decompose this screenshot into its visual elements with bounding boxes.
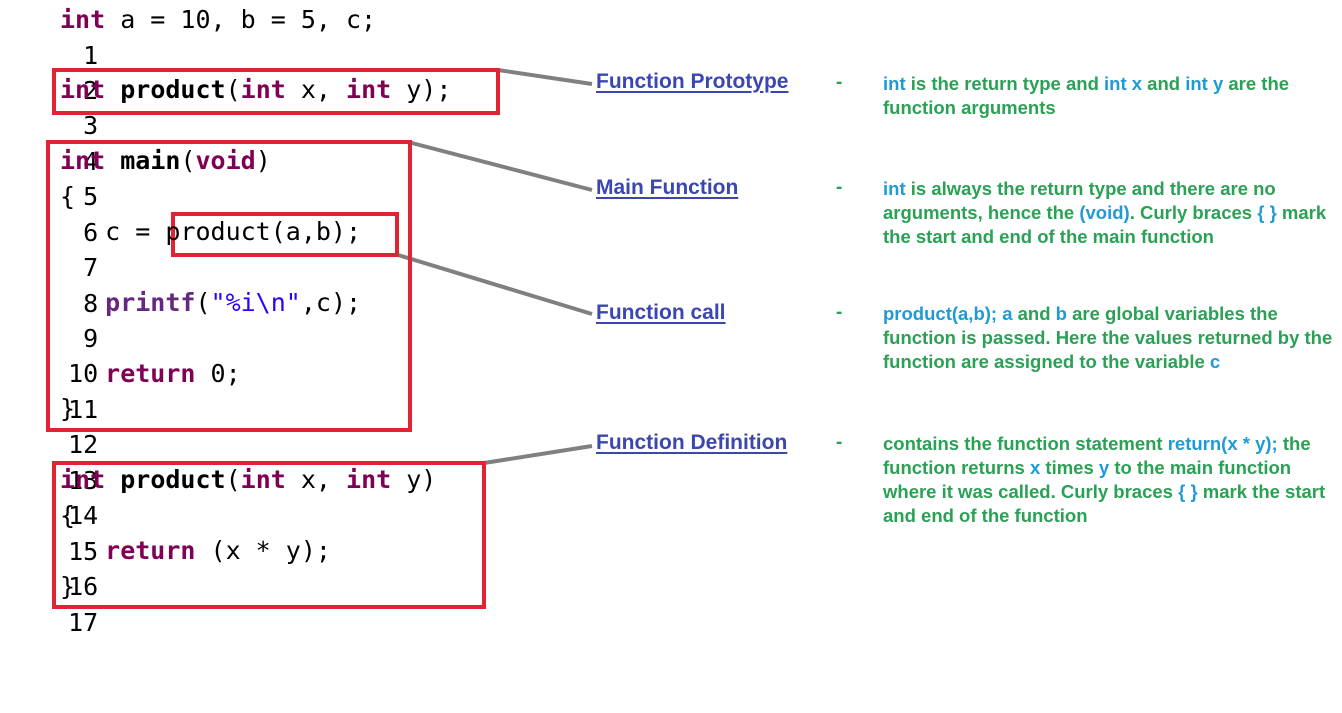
highlighted-term: b bbox=[1055, 303, 1067, 324]
code-text: x, bbox=[285, 75, 347, 104]
code-text: ) bbox=[255, 146, 271, 175]
code-text: } bbox=[60, 394, 76, 423]
highlighted-term: product(a,b); a bbox=[883, 303, 1013, 324]
code-line-13: 13 bbox=[0, 427, 98, 495]
code-text: ( bbox=[225, 75, 241, 104]
highlighted-term: return(x * y); bbox=[1167, 433, 1278, 454]
string-literal: "%i\n" bbox=[210, 288, 301, 317]
keyword-int: int bbox=[346, 75, 392, 104]
highlighted-term: int bbox=[883, 73, 906, 94]
description-text: . Curly braces bbox=[1129, 202, 1258, 223]
description-text: times bbox=[1040, 457, 1099, 478]
code-line-12: 12 } bbox=[0, 391, 98, 459]
code-line-15: 15 { bbox=[0, 498, 98, 566]
connector-prototype bbox=[497, 68, 593, 86]
highlighted-term: { } bbox=[1257, 202, 1277, 223]
keyword-int: int bbox=[60, 465, 106, 494]
code-text: ( bbox=[180, 146, 196, 175]
description-text: and bbox=[1142, 73, 1186, 94]
description-text: is the return type and bbox=[905, 73, 1105, 94]
label-function-prototype[interactable]: Function Prototype bbox=[596, 70, 789, 94]
separator-dash: - bbox=[836, 72, 843, 93]
code-line-3: 3 int product(int x, int y); bbox=[0, 72, 451, 140]
connector-main bbox=[407, 140, 593, 192]
description-text: and bbox=[1012, 303, 1056, 324]
label-function-call[interactable]: Function call bbox=[596, 301, 726, 325]
code-text: y); bbox=[391, 75, 452, 104]
highlighted-term: { } bbox=[1178, 481, 1198, 502]
keyword-int: int bbox=[60, 5, 106, 34]
code-line-16: 16 return (x * y); bbox=[0, 533, 331, 601]
code-line-6: 6 { bbox=[0, 179, 98, 247]
function-call: product(a,b); bbox=[165, 217, 362, 246]
highlighted-term: y bbox=[1098, 457, 1110, 478]
code-text: 0; bbox=[195, 359, 241, 388]
code-text: (x * y); bbox=[195, 536, 331, 565]
line-number: 17 bbox=[68, 608, 99, 637]
code-text: ,c); bbox=[300, 288, 362, 317]
keyword-int: int bbox=[346, 465, 392, 494]
code-line-7: 7 c = product(a,b); bbox=[0, 214, 361, 282]
separator-dash: - bbox=[836, 302, 843, 323]
highlighted-term: c bbox=[1209, 351, 1221, 372]
separator-dash: - bbox=[836, 177, 843, 198]
code-text: c = bbox=[60, 217, 166, 246]
code-line-2: 2 bbox=[0, 37, 98, 105]
code-text: x, bbox=[285, 465, 347, 494]
code-text: { bbox=[60, 501, 76, 530]
highlighted-term: int bbox=[883, 178, 906, 199]
connector-call bbox=[397, 253, 593, 316]
code-line-8: 8 bbox=[0, 250, 98, 318]
printf-call: printf bbox=[105, 288, 196, 317]
keyword-int: int bbox=[240, 465, 286, 494]
keyword-int: int bbox=[60, 75, 106, 104]
highlighted-term: int x bbox=[1104, 73, 1143, 94]
description-function-call: product(a,b); a and b are global variabl… bbox=[883, 302, 1341, 374]
code-line-1: 1 int a = 10, b = 5, c; bbox=[0, 2, 376, 70]
keyword-int: int bbox=[240, 75, 286, 104]
keyword-void: void bbox=[195, 146, 256, 175]
code-text: y) bbox=[391, 465, 437, 494]
code-text: ( bbox=[225, 465, 241, 494]
code-line-10: 10 bbox=[0, 320, 98, 388]
highlighted-term: (void) bbox=[1079, 202, 1130, 223]
code-text: a = 10, b = 5, c; bbox=[105, 5, 377, 34]
keyword-return: return bbox=[105, 536, 196, 565]
function-name: product bbox=[120, 465, 226, 494]
code-line-9: 9 printf("%i\n",c); bbox=[0, 285, 361, 353]
code-line-4: 4 bbox=[0, 108, 98, 176]
label-main-function[interactable]: Main Function bbox=[596, 176, 738, 200]
separator-dash: - bbox=[836, 432, 843, 453]
description-function-definition: contains the function statement return(x… bbox=[883, 432, 1341, 528]
connector-definition bbox=[483, 444, 593, 465]
keyword-return: return bbox=[105, 359, 196, 388]
code-text: ( bbox=[195, 288, 211, 317]
code-line-14: 14 int product(int x, int y) bbox=[0, 462, 436, 530]
description-text: contains the function statement bbox=[883, 433, 1168, 454]
keyword-int: int bbox=[60, 146, 106, 175]
description-main-function: int is always the return type and there … bbox=[883, 177, 1341, 249]
code-line-5: 5 int main(void) bbox=[0, 143, 271, 211]
code-text: } bbox=[60, 572, 76, 601]
description-function-prototype: int is the return type and int x and int… bbox=[883, 72, 1341, 120]
function-name: product bbox=[120, 75, 226, 104]
code-line-17: 17 } bbox=[0, 569, 98, 637]
label-function-definition[interactable]: Function Definition bbox=[596, 431, 787, 455]
highlighted-term: int y bbox=[1185, 73, 1224, 94]
function-name: main bbox=[120, 146, 181, 175]
code-text: { bbox=[60, 182, 76, 211]
code-line-11: 11 return 0; bbox=[0, 356, 241, 424]
highlighted-term: x bbox=[1029, 457, 1041, 478]
